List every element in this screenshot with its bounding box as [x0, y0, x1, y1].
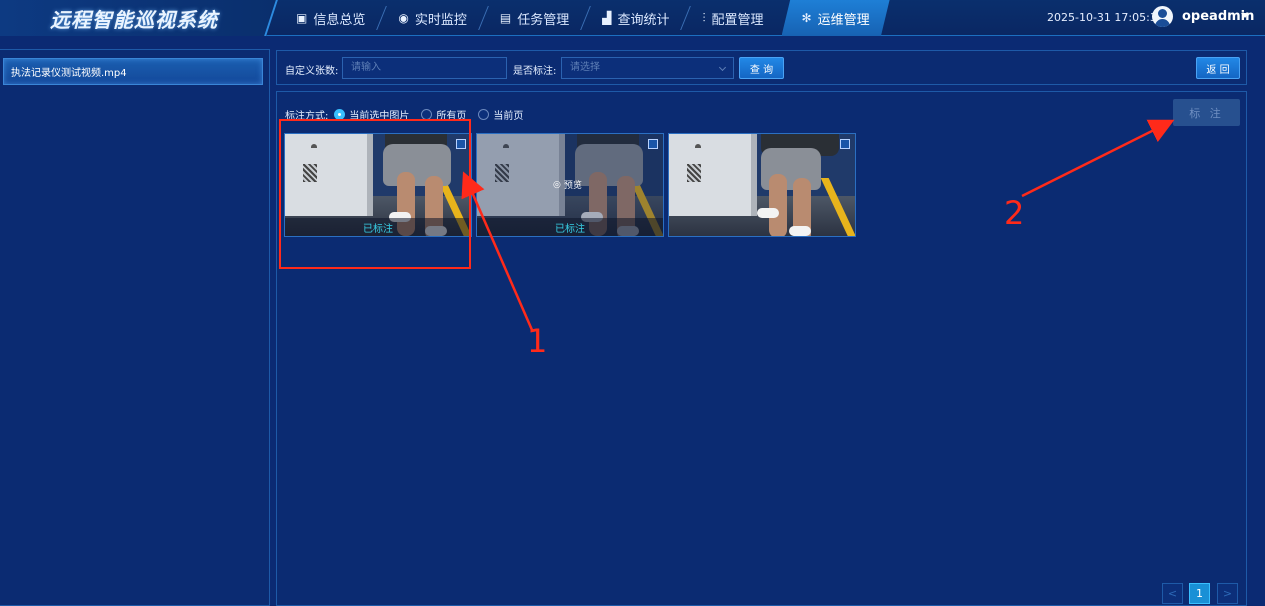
- select-checkbox[interactable]: [840, 139, 850, 149]
- count-input[interactable]: 请输入: [342, 57, 507, 79]
- nav-item-monitor[interactable]: ◉ 实时监控: [388, 0, 477, 36]
- nav-item-label: 运维管理: [817, 12, 870, 28]
- image-thumbnail[interactable]: ◎ 预览 已标注: [476, 133, 664, 237]
- thumbnail-image: [669, 134, 855, 236]
- radio-icon[interactable]: [478, 109, 490, 120]
- chevron-down-icon: [718, 63, 727, 72]
- logo-area: 远程智能巡视系统: [0, 0, 272, 36]
- eye-icon: ◎: [553, 179, 561, 190]
- top-header: 远程智能巡视系统 ▣ 信息总览 ◉ 实时监控 ▤ 任务管理 ▟ 查询统计 ⫶ 配…: [0, 0, 1265, 36]
- nav-item-config[interactable]: ⫶ 配置管理: [692, 0, 773, 36]
- radio-option-current-page[interactable]: 当前页: [478, 107, 523, 122]
- file-item[interactable]: 执法记录仪测试视频.mp4: [3, 58, 263, 85]
- annotation-highlight-box: [279, 119, 471, 269]
- count-label: 自定义张数:: [285, 66, 339, 77]
- marked-status: 已标注: [477, 218, 663, 236]
- preview-label: 预览: [563, 181, 582, 191]
- nav-separator: [580, 6, 592, 30]
- select-checkbox[interactable]: [648, 139, 658, 149]
- marked-label: 是否标注:: [513, 66, 557, 77]
- nav-item-tasks[interactable]: ▤ 任务管理: [490, 0, 579, 36]
- next-page-button[interactable]: >: [1217, 583, 1238, 604]
- image-thumbnail[interactable]: [668, 133, 856, 237]
- nav-separator: [680, 6, 692, 30]
- query-button[interactable]: 查 询: [739, 57, 784, 79]
- avatar-body: [1155, 19, 1170, 27]
- nav-item-label: 任务管理: [517, 12, 570, 28]
- caret-down-icon[interactable]: [1241, 13, 1249, 18]
- task-icon: ▤: [499, 11, 512, 25]
- nav-item-overview[interactable]: ▣ 信息总览: [286, 0, 375, 36]
- annotation-number-2: 2: [1004, 194, 1025, 232]
- main-nav: ▣ 信息总览 ◉ 实时监控 ▤ 任务管理 ▟ 查询统计 ⫶ 配置管理 ✻ 运维管…: [286, 0, 890, 36]
- marked-placeholder: 请选择: [570, 62, 600, 73]
- preview-link[interactable]: ◎ 预览: [553, 178, 582, 192]
- nav-item-label: 信息总览: [313, 12, 366, 28]
- nav-item-label: 配置管理: [711, 12, 764, 28]
- app-title: 远程智能巡视系统: [50, 8, 218, 32]
- nav-item-label: 查询统计: [617, 12, 670, 28]
- prev-page-button[interactable]: <: [1162, 583, 1183, 604]
- monitor-icon: ▣: [296, 11, 308, 25]
- page-1-button[interactable]: 1: [1189, 583, 1210, 604]
- bar-chart-icon: ▟: [602, 11, 612, 25]
- file-list-panel: 执法记录仪测试视频.mp4: [0, 49, 270, 606]
- location-pin-icon: ◉: [398, 11, 409, 25]
- file-name: 执法记录仪测试视频.mp4: [11, 68, 127, 79]
- avatar[interactable]: [1152, 6, 1173, 27]
- current-datetime: 2025-10-31 17:05:35: [1047, 11, 1164, 24]
- annotation-number-1: 1: [527, 322, 548, 360]
- marked-select[interactable]: 请选择: [561, 57, 734, 79]
- gears-icon: ✻: [801, 11, 812, 25]
- nav-separator: [376, 6, 388, 30]
- nav-item-statistics[interactable]: ▟ 查询统计: [592, 0, 679, 36]
- radio-label: 当前页: [493, 111, 524, 122]
- mark-button[interactable]: 标 注: [1173, 99, 1240, 126]
- back-button[interactable]: 返 回: [1196, 57, 1240, 79]
- count-placeholder: 请输入: [351, 62, 381, 73]
- filter-bar: 自定义张数: 请输入 是否标注: 请选择 查 询 返 回: [276, 50, 1247, 85]
- sliders-icon: ⫶: [702, 10, 706, 25]
- avatar-head: [1158, 9, 1167, 18]
- nav-item-label: 实时监控: [414, 12, 467, 28]
- nav-item-operations[interactable]: ✻ 运维管理: [781, 0, 890, 36]
- nav-separator: [478, 6, 489, 30]
